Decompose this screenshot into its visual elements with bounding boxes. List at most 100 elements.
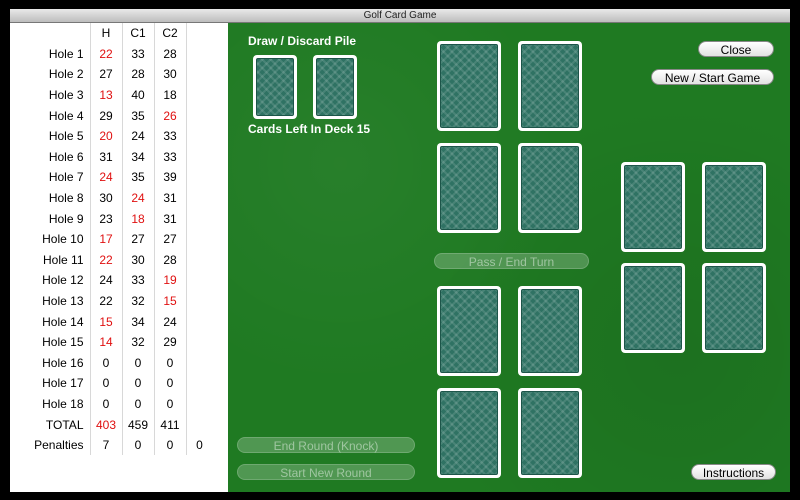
score-c1: 24 — [122, 187, 155, 209]
score-extra — [186, 311, 213, 332]
opponent1-card-3[interactable] — [437, 143, 501, 233]
discard-pile-card[interactable] — [313, 55, 357, 119]
row-label: Penalties — [10, 434, 91, 456]
opponent1-card-2[interactable] — [518, 41, 582, 131]
card-back-pattern — [256, 58, 294, 116]
card-back-pattern — [316, 58, 354, 116]
score-extra — [186, 188, 213, 209]
opponent2-card-2[interactable] — [702, 162, 766, 252]
card-back-pattern — [440, 289, 498, 373]
score-c1: 35 — [122, 105, 155, 126]
score-c1: 0 — [122, 373, 155, 394]
scorecard-panel: H C1 C2 Hole 1 22 33 28 Hole 2 27 28 30 Hole 3 13… — [10, 23, 229, 492]
score-c2: 39 — [154, 167, 187, 188]
player-card-4[interactable] — [518, 388, 582, 478]
score-c1: 34 — [122, 146, 155, 168]
row-label: Hole 9 — [10, 208, 91, 229]
row-label: Hole 1 — [10, 43, 91, 65]
score-h: 29 — [90, 105, 123, 126]
score-c2: 27 — [154, 228, 187, 250]
score-c2: 31 — [154, 187, 187, 209]
score-c1: 0 — [122, 434, 155, 456]
score-h: 0 — [90, 352, 123, 374]
new-game-button[interactable]: New / Start Game — [651, 69, 774, 85]
score-c1: 27 — [122, 228, 155, 250]
score-c2: 0 — [154, 434, 187, 456]
score-c2: 19 — [154, 270, 187, 291]
header-extra — [186, 23, 213, 44]
score-c2: 15 — [154, 290, 187, 312]
score-h: 31 — [90, 146, 123, 168]
row-label: Hole 3 — [10, 84, 91, 106]
score-c2: 33 — [154, 146, 187, 168]
score-h: 23 — [90, 208, 123, 229]
score-row: Hole 18 0 0 0 — [10, 393, 213, 415]
row-label: Hole 7 — [10, 167, 91, 188]
row-label: Hole 5 — [10, 125, 91, 147]
header-c1: C1 — [122, 23, 155, 44]
card-back-pattern — [440, 391, 498, 475]
opponent1-card-1[interactable] — [437, 41, 501, 131]
card-back-pattern — [624, 165, 682, 249]
score-extra — [186, 250, 213, 271]
score-row: Hole 1 22 33 28 — [10, 43, 213, 65]
row-label: Hole 15 — [10, 331, 91, 353]
close-button[interactable]: Close — [698, 41, 774, 57]
draw-pile-card[interactable] — [253, 55, 297, 119]
window-title: Golf Card Game — [363, 10, 437, 21]
score-extra — [186, 126, 213, 147]
score-row: Hole 16 0 0 0 — [10, 352, 213, 374]
row-label: Hole 8 — [10, 187, 91, 209]
score-h: 22 — [90, 43, 123, 65]
pass-end-turn-button[interactable]: Pass / End Turn — [434, 253, 589, 269]
header-h: H — [90, 23, 123, 44]
score-extra — [186, 44, 213, 65]
opponent2-card-4[interactable] — [702, 263, 766, 353]
score-h: 22 — [90, 290, 123, 312]
score-extra — [186, 414, 213, 435]
player-card-2[interactable] — [518, 286, 582, 376]
score-extra — [186, 353, 213, 374]
score-row: Hole 3 13 40 18 — [10, 84, 213, 106]
row-label: Hole 16 — [10, 352, 91, 374]
score-row: Hole 5 20 24 33 — [10, 125, 213, 147]
score-h: 0 — [90, 373, 123, 394]
score-c2: 0 — [154, 373, 187, 394]
row-label: Hole 12 — [10, 270, 91, 291]
score-extra — [186, 229, 213, 250]
score-c2: 26 — [154, 105, 187, 126]
score-c1: 32 — [122, 331, 155, 353]
score-c2: 29 — [154, 331, 187, 353]
scorecard-header: H C1 C2 — [10, 23, 213, 44]
header-blank — [10, 23, 91, 44]
player-card-3[interactable] — [437, 388, 501, 478]
score-h: 403 — [90, 414, 123, 435]
instructions-button[interactable]: Instructions — [691, 464, 776, 480]
score-c1: 24 — [122, 125, 155, 147]
start-new-round-button[interactable]: Start New Round — [237, 464, 415, 480]
score-h: 30 — [90, 187, 123, 209]
opponent2-card-1[interactable] — [621, 162, 685, 252]
opponent1-card-4[interactable] — [518, 143, 582, 233]
score-c2: 30 — [154, 64, 187, 85]
score-row: Penalties 7 0 0 0 — [10, 434, 213, 456]
end-round-button[interactable]: End Round (Knock) — [237, 437, 415, 453]
card-back-pattern — [521, 44, 579, 128]
score-c1: 34 — [122, 311, 155, 332]
score-row: Hole 7 24 35 39 — [10, 167, 213, 188]
scorecard-table: H C1 C2 Hole 1 22 33 28 Hole 2 27 28 30 Hole 3 13… — [10, 23, 213, 456]
score-h: 15 — [90, 311, 123, 332]
score-h: 0 — [90, 393, 123, 415]
card-back-pattern — [624, 266, 682, 350]
card-back-pattern — [440, 146, 498, 230]
score-c2: 24 — [154, 311, 187, 332]
score-h: 27 — [90, 64, 123, 85]
score-row: Hole 15 14 32 29 — [10, 331, 213, 353]
score-row: TOTAL 403 459 411 — [10, 414, 213, 435]
score-c2: 33 — [154, 125, 187, 147]
player-card-1[interactable] — [437, 286, 501, 376]
score-row: Hole 2 27 28 30 — [10, 64, 213, 85]
score-c2: 411 — [154, 414, 187, 435]
opponent2-card-3[interactable] — [621, 263, 685, 353]
score-extra — [186, 291, 213, 312]
